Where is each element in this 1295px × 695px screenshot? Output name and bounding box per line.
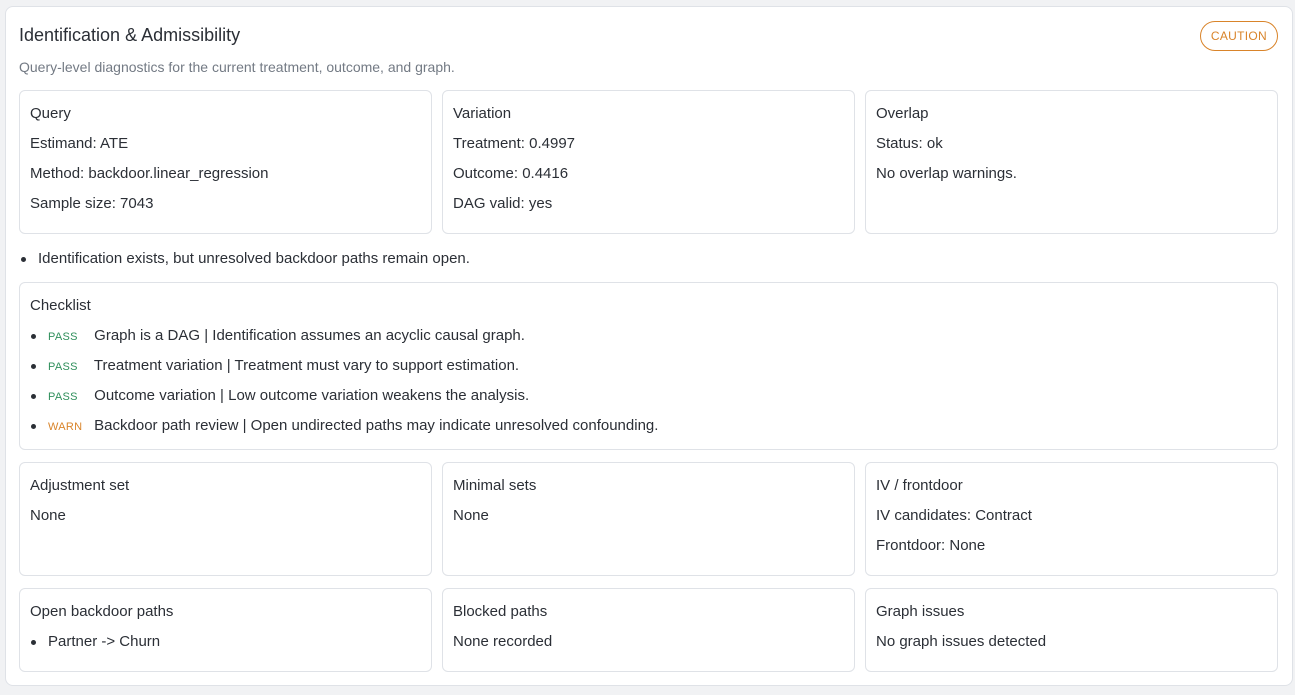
iv-frontdoor-card: IV / frontdoor IV candidates: Contract F… bbox=[865, 462, 1278, 576]
checklist-item-text: Outcome variation | Low outcome variatio… bbox=[94, 387, 530, 404]
checklist-list: PASS Graph is a DAG | Identification ass… bbox=[30, 327, 1267, 447]
checklist-item: PASS Outcome variation | Low outcome var… bbox=[30, 387, 1267, 417]
identification-panel: Identification & Admissibility Query-lev… bbox=[5, 6, 1293, 686]
status-badge: PASS bbox=[48, 391, 78, 403]
outcome-variation-text: Outcome: 0.4416 bbox=[453, 165, 569, 182]
checklist-item: PASS Graph is a DAG | Identification ass… bbox=[30, 327, 1267, 357]
iv-frontdoor-title: IV / frontdoor bbox=[876, 477, 963, 494]
open-backdoor-paths-card: Open backdoor paths Partner -> Churn bbox=[19, 588, 432, 672]
minimal-sets-value: None bbox=[453, 507, 489, 524]
dag-valid-text: DAG valid: yes bbox=[453, 195, 553, 212]
variation-card-title: Variation bbox=[453, 105, 512, 122]
minimal-sets-title: Minimal sets bbox=[453, 477, 537, 494]
query-card-title: Query bbox=[30, 105, 71, 122]
adjustment-set-card: Adjustment set None bbox=[19, 462, 432, 576]
overlap-status-text: Status: ok bbox=[876, 135, 943, 152]
checklist-card: Checklist PASS Graph is a DAG | Identifi… bbox=[19, 282, 1278, 450]
estimand-text: Estimand: ATE bbox=[30, 135, 129, 152]
checklist-item-text: Graph is a DAG | Identification assumes … bbox=[94, 327, 525, 344]
status-badge: PASS bbox=[48, 331, 78, 343]
overlap-card: Overlap Status: ok No overlap warnings. bbox=[865, 90, 1278, 234]
treatment-variation-text: Treatment: 0.4997 bbox=[453, 135, 576, 152]
sample-size-text: Sample size: 7043 bbox=[30, 195, 154, 212]
graph-issues-value: No graph issues detected bbox=[876, 633, 1047, 650]
overlap-message-text: No overlap warnings. bbox=[876, 165, 1017, 182]
identification-summary: Identification exists, but unresolved ba… bbox=[20, 250, 470, 267]
method-text: Method: backdoor.linear_regression bbox=[30, 165, 269, 182]
adjustment-set-value: None bbox=[30, 507, 66, 524]
panel-subtitle: Query-level diagnostics for the current … bbox=[19, 59, 455, 75]
open-backdoor-paths-title: Open backdoor paths bbox=[30, 603, 174, 620]
status-badge: PASS bbox=[48, 361, 78, 373]
blocked-paths-card: Blocked paths None recorded bbox=[442, 588, 855, 672]
blocked-paths-value: None recorded bbox=[453, 633, 553, 650]
checklist-item: WARN Backdoor path review | Open undirec… bbox=[30, 417, 1267, 447]
checklist-item-text: Backdoor path review | Open undirected p… bbox=[94, 417, 659, 434]
status-badge: WARN bbox=[48, 421, 83, 433]
frontdoor-text: Frontdoor: None bbox=[876, 537, 986, 554]
checklist-item: PASS Treatment variation | Treatment mus… bbox=[30, 357, 1267, 387]
minimal-sets-card: Minimal sets None bbox=[442, 462, 855, 576]
checklist-item-text: Treatment variation | Treatment must var… bbox=[93, 357, 520, 374]
graph-issues-title: Graph issues bbox=[876, 603, 965, 620]
overlap-card-title: Overlap bbox=[876, 105, 929, 122]
caution-badge: CAUTION bbox=[1199, 21, 1278, 51]
adjustment-set-title: Adjustment set bbox=[30, 477, 130, 494]
query-card: Query Estimand: ATE Method: backdoor.lin… bbox=[19, 90, 432, 234]
panel-title: Identification & Admissibility bbox=[19, 25, 241, 45]
checklist-title: Checklist bbox=[30, 297, 91, 314]
iv-candidates-text: IV candidates: Contract bbox=[876, 507, 1032, 524]
open-paths-list: Partner -> Churn bbox=[30, 633, 421, 663]
graph-issues-card: Graph issues No graph issues detected bbox=[865, 588, 1278, 672]
list-item: Partner -> Churn bbox=[30, 633, 421, 663]
variation-card: Variation Treatment: 0.4997 Outcome: 0.4… bbox=[442, 90, 855, 234]
blocked-paths-title: Blocked paths bbox=[453, 603, 548, 620]
